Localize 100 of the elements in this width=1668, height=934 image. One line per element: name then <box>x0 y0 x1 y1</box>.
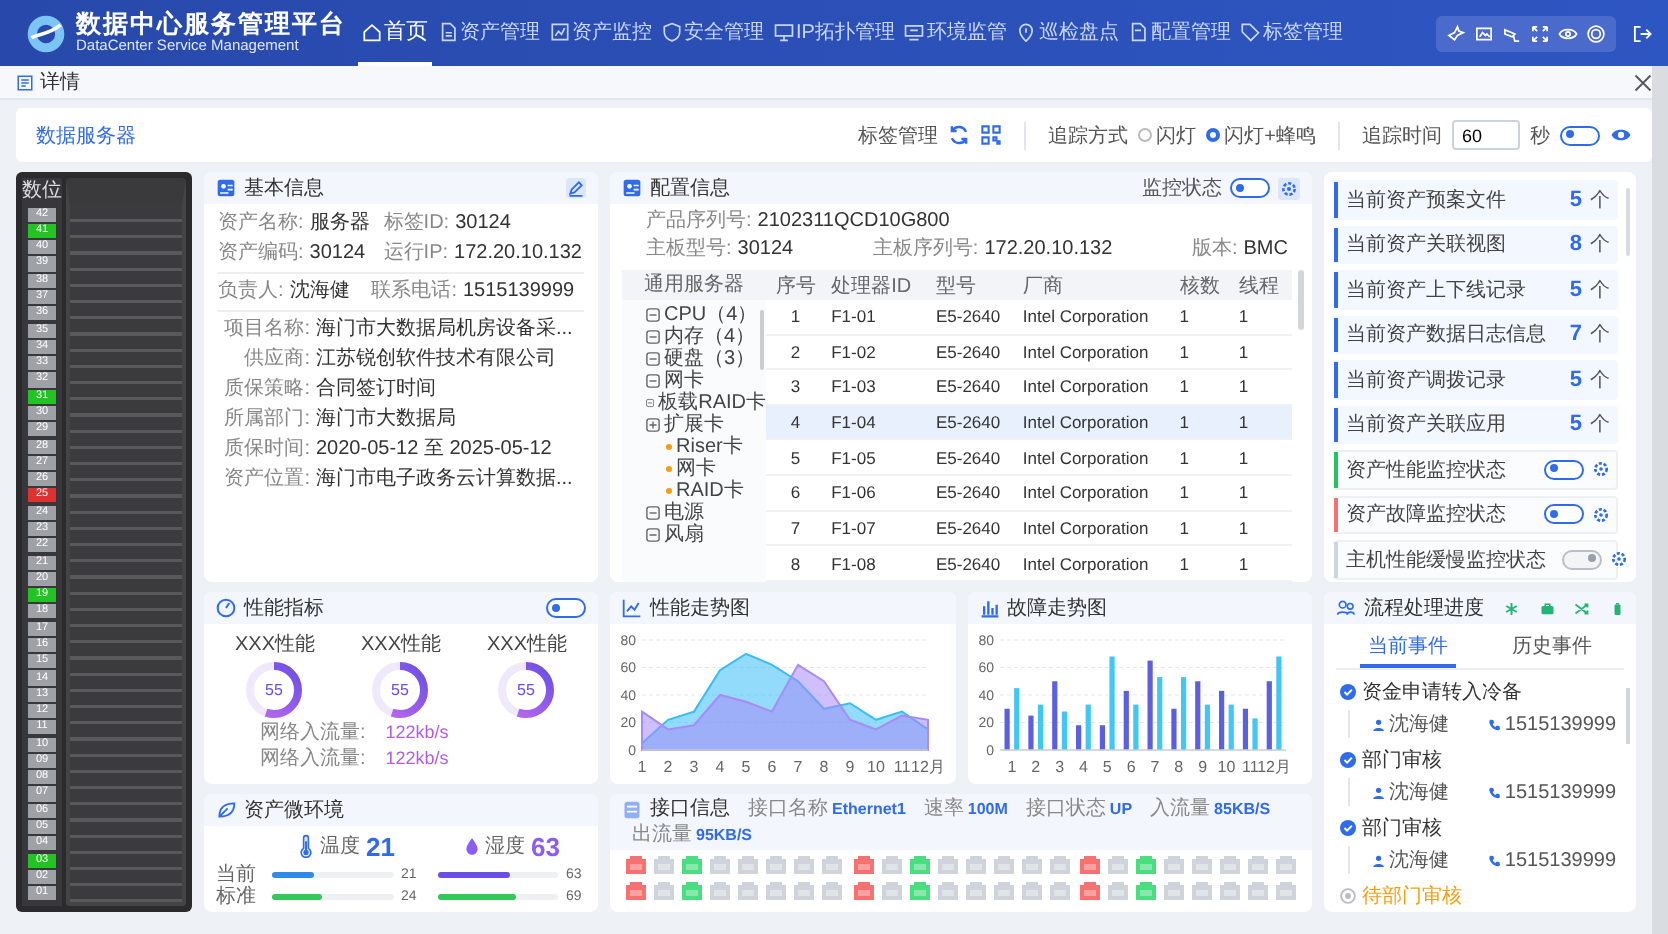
port-icon[interactable] <box>1164 856 1184 874</box>
toggle-switch[interactable] <box>1544 459 1584 480</box>
scrollbar[interactable] <box>1626 688 1630 744</box>
port-icon[interactable] <box>1136 882 1156 900</box>
port-icon[interactable] <box>794 856 814 874</box>
nav-tab[interactable]: 巡检盘点 <box>1012 0 1123 66</box>
snowflake-icon[interactable] <box>1504 599 1519 617</box>
port-icon[interactable] <box>1220 882 1240 900</box>
radio-option[interactable]: 闪灯 <box>1138 121 1197 149</box>
scrollbar[interactable] <box>760 310 764 370</box>
port-icon[interactable] <box>1164 882 1184 900</box>
tree-item[interactable]: 内存（4） <box>646 326 766 348</box>
nav-tab[interactable]: 环境监管 <box>900 0 1011 66</box>
port-icon[interactable] <box>738 856 758 874</box>
toggle-switch[interactable] <box>1230 178 1270 198</box>
nav-tab[interactable]: 标签管理 <box>1236 0 1347 66</box>
port-icon[interactable] <box>1192 882 1212 900</box>
toggle-switch[interactable] <box>1560 125 1600 145</box>
toggle-switch[interactable] <box>1544 504 1584 525</box>
tree-item[interactable]: 硬盘（3） <box>646 348 766 370</box>
table-row[interactable]: 3 F1-03 E5-2640 Intel Corporation 1 1 <box>766 369 1292 405</box>
list-item[interactable]: 当前资产数据日志信息 7 个 <box>1334 315 1618 354</box>
port-icon[interactable] <box>1021 882 1041 900</box>
minus-box-icon[interactable] <box>646 330 660 344</box>
table-row[interactable]: 7 F1-07 E5-2640 Intel Corporation 1 1 <box>766 510 1292 546</box>
port-icon[interactable] <box>766 856 786 874</box>
minus-box-icon[interactable] <box>646 528 660 542</box>
list-item[interactable]: 资产性能监控状态 <box>1334 450 1618 489</box>
minus-box-icon[interactable] <box>646 374 660 388</box>
port-icon[interactable] <box>1192 856 1212 874</box>
tree-item[interactable]: 风扇 <box>646 524 766 546</box>
port-icon[interactable] <box>710 882 730 900</box>
trace-time-field[interactable]: 60 <box>1452 120 1520 150</box>
nav-tab[interactable]: 配置管理 <box>1124 0 1235 66</box>
edit-icon[interactable] <box>566 178 586 198</box>
port-icon[interactable] <box>1248 856 1268 874</box>
minus-box-icon[interactable] <box>646 396 655 410</box>
nav-tab[interactable]: 资产监控 <box>546 0 656 66</box>
scrollbar[interactable] <box>1626 188 1630 256</box>
refresh-icon[interactable] <box>948 124 971 146</box>
port-icon[interactable] <box>909 856 929 874</box>
list-item[interactable]: 当前资产预案文件 5 个 <box>1334 180 1618 219</box>
toggle-switch[interactable] <box>1562 549 1602 570</box>
tree-item[interactable]: 电源 <box>646 502 766 524</box>
tree-item[interactable]: Riser卡 <box>646 436 766 458</box>
minus-box-icon[interactable] <box>646 352 660 366</box>
settings-icon[interactable] <box>1592 505 1610 524</box>
tree-item[interactable]: 网卡 <box>646 370 766 392</box>
port-icon[interactable] <box>881 882 901 900</box>
plus-box-icon[interactable] <box>646 418 660 432</box>
settings-icon[interactable] <box>1592 460 1610 479</box>
tree-item[interactable]: 扩展卡 <box>646 414 766 436</box>
camera-icon[interactable] <box>1502 23 1522 43</box>
port-icon[interactable] <box>1080 882 1100 900</box>
port-icon[interactable] <box>1049 856 1069 874</box>
scrollbar[interactable] <box>1298 270 1304 330</box>
port-icon[interactable] <box>965 856 985 874</box>
port-icon[interactable] <box>853 856 873 874</box>
expand-icon[interactable] <box>1530 23 1550 43</box>
list-item[interactable]: 资产故障监控状态 <box>1334 495 1618 534</box>
port-icon[interactable] <box>1220 856 1240 874</box>
minus-box-icon[interactable] <box>646 506 660 520</box>
port-icon[interactable] <box>1108 856 1128 874</box>
tree-item[interactable]: 板载RAID卡 <box>646 392 766 414</box>
table-row[interactable]: 8 F1-08 E5-2640 Intel Corporation 1 1 <box>766 545 1292 581</box>
table-row[interactable]: 5 F1-05 E5-2640 Intel Corporation 1 1 <box>766 439 1292 476</box>
port-icon[interactable] <box>937 856 957 874</box>
logout-icon[interactable] <box>1632 23 1652 43</box>
list-item[interactable]: 当前资产关联应用 5 个 <box>1334 405 1618 444</box>
scrollbar[interactable] <box>1652 66 1668 934</box>
port-icon[interactable] <box>937 882 957 900</box>
shuffle-icon[interactable] <box>1574 599 1589 617</box>
port-icon[interactable] <box>626 882 646 900</box>
port-icon[interactable] <box>909 882 929 900</box>
port-icon[interactable] <box>822 882 842 900</box>
list-item[interactable]: 当前资产上下线记录 5 个 <box>1334 270 1618 309</box>
port-icon[interactable] <box>682 882 702 900</box>
table-row[interactable]: 2 F1-02 E5-2640 Intel Corporation 1 1 <box>766 334 1292 370</box>
briefcase-icon[interactable] <box>1539 599 1554 617</box>
port-icon[interactable] <box>626 856 646 874</box>
port-icon[interactable] <box>1080 856 1100 874</box>
target-icon[interactable] <box>1586 23 1606 43</box>
eye-icon[interactable] <box>1558 23 1578 43</box>
port-icon[interactable] <box>1276 856 1296 874</box>
radio-option[interactable]: 闪灯+蜂鸣 <box>1206 121 1316 149</box>
port-icon[interactable] <box>654 856 674 874</box>
table-row[interactable]: 6 F1-06 E5-2640 Intel Corporation 1 1 <box>766 475 1292 511</box>
tree-item[interactable]: CPU（4） <box>646 304 766 326</box>
list-item[interactable]: 当前资产关联视图 8 个 <box>1334 225 1618 264</box>
tree-item[interactable]: 网卡 <box>646 458 766 480</box>
tree-item[interactable]: RAID卡 <box>646 480 766 502</box>
port-icon[interactable] <box>881 856 901 874</box>
port-icon[interactable] <box>1049 882 1069 900</box>
port-icon[interactable] <box>1108 882 1128 900</box>
close-icon[interactable] <box>1634 73 1652 91</box>
settings-icon[interactable] <box>1278 177 1300 199</box>
nav-tab[interactable]: IP拓扑管理 <box>770 0 899 66</box>
port-icon[interactable] <box>654 882 674 900</box>
port-icon[interactable] <box>1276 882 1296 900</box>
nav-tab[interactable]: 安全管理 <box>658 0 768 66</box>
